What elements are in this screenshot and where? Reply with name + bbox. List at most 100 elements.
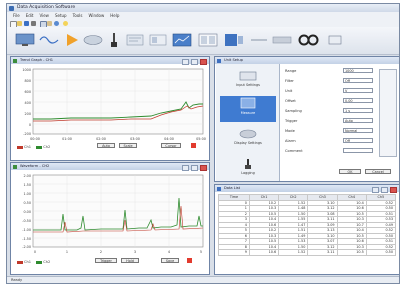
- close-button[interactable]: [390, 186, 397, 193]
- record-button[interactable]: [191, 143, 196, 148]
- graph-icon[interactable]: [171, 32, 193, 48]
- trend-y-tick: 1000: [22, 68, 31, 72]
- export-icon[interactable]: [223, 32, 245, 48]
- scope-icon[interactable]: [39, 32, 59, 48]
- wave-y-tick: -0.50: [22, 219, 31, 223]
- status-bar: Ready: [7, 276, 399, 283]
- sampling-field[interactable]: 1 s: [343, 108, 373, 113]
- menu-help[interactable]: Help: [110, 12, 119, 19]
- table-window-icon: [217, 186, 221, 191]
- offset-field[interactable]: 0.00: [343, 98, 373, 103]
- report-icon[interactable]: [148, 32, 168, 48]
- trend-window-titlebar[interactable]: Trend Graph - CH1: [11, 57, 209, 65]
- comment-field[interactable]: [343, 148, 373, 153]
- sidebar-item-logging[interactable]: Logging: [220, 158, 276, 180]
- range-field[interactable]: 1000: [343, 68, 373, 73]
- tag-icon[interactable]: [325, 32, 345, 48]
- menu-tools[interactable]: Tools: [73, 12, 83, 19]
- setup-window[interactable]: Unit Setup Input Settings Measure Displa…: [214, 56, 399, 182]
- table-row[interactable]: 9 10.6 1.52 3.11 10.5 0.50: [218, 249, 397, 256]
- more-icon[interactable]: [271, 32, 293, 48]
- trend-x-tick: 01:00: [62, 137, 72, 141]
- waveform-window-title: Waveform - CH2: [20, 164, 50, 168]
- hold-button[interactable]: Hold: [121, 258, 139, 263]
- wave-x-tick: 1: [66, 250, 68, 254]
- data-list-window[interactable]: Data List Time Ch1 Ch2 Ch3 Ch4 Ch5 0 10.2…: [214, 184, 399, 275]
- trend-y-tick: 400: [25, 101, 31, 105]
- minimize-button[interactable]: [372, 186, 379, 193]
- menu-file[interactable]: File: [13, 12, 20, 19]
- trigger-button[interactable]: Trigger: [95, 258, 117, 263]
- table-cell: 10.5: [336, 249, 367, 256]
- play-icon[interactable]: [63, 32, 81, 48]
- trend-x-tick: 05:00: [196, 137, 206, 141]
- stop-icon[interactable]: [83, 32, 103, 48]
- chain-icon[interactable]: [297, 32, 321, 48]
- open-icon[interactable]: [17, 20, 22, 26]
- print-icon[interactable]: [31, 20, 36, 26]
- unit-field[interactable]: V: [343, 88, 373, 93]
- monitor-icon[interactable]: [15, 32, 35, 48]
- probe-icon: [245, 159, 251, 169]
- link-icon[interactable]: [249, 32, 269, 48]
- menu-bar: File Edit View Setup Tools Window Help: [7, 12, 399, 19]
- cursor-button[interactable]: Cursor: [161, 143, 181, 148]
- data-table[interactable]: Time Ch1 Ch2 Ch3 Ch4 Ch5 0 10.2 1.52 3.10 10…: [218, 194, 397, 256]
- menu-setup[interactable]: Setup: [55, 12, 67, 19]
- trend-window-title: Trend Graph - CH1: [20, 58, 54, 62]
- waveform-window-titlebar[interactable]: Waveform - CH2: [11, 163, 209, 171]
- graph-window-icon: [13, 58, 17, 63]
- ok-button[interactable]: OK: [339, 169, 361, 174]
- filter-field[interactable]: Off: [343, 78, 373, 83]
- paste-icon[interactable]: [47, 20, 52, 26]
- trigger-field[interactable]: Auto: [343, 118, 373, 123]
- sidebar-item-display[interactable]: Display Settings: [220, 128, 276, 152]
- trend-x-tick: 02:00: [96, 137, 106, 141]
- save-icon[interactable]: [24, 20, 29, 26]
- legend-label-ch1: Ch1: [24, 260, 32, 264]
- wave-x-tick: 0: [34, 250, 36, 254]
- options-panel: [379, 69, 397, 157]
- legend-label-ch1: Ch1: [24, 145, 32, 149]
- menu-view[interactable]: View: [39, 12, 49, 19]
- menu-window[interactable]: Window: [88, 12, 104, 19]
- table-icon[interactable]: [197, 32, 219, 48]
- legend-swatch-ch2: [36, 145, 43, 149]
- disc-icon: [239, 129, 257, 139]
- data-list-titlebar[interactable]: Data List: [215, 185, 399, 193]
- setup-sidebar: Input Settings Measure Display Settings …: [216, 64, 280, 181]
- sidebar-item-label: Input Settings: [236, 83, 260, 87]
- alarm-field[interactable]: Off: [343, 138, 373, 143]
- settings-icon[interactable]: [125, 32, 145, 48]
- wave-y-tick: -2.00: [22, 245, 31, 249]
- cancel-button[interactable]: Cancel: [365, 169, 391, 174]
- field-label: Range: [285, 69, 297, 73]
- sidebar-item-input[interactable]: Input Settings: [220, 70, 276, 92]
- mode-field[interactable]: Normal: [343, 128, 373, 133]
- field-label: Trigger: [285, 119, 298, 123]
- trend-window[interactable]: Trend Graph - CH1 1000 800 600 400 200 0…: [10, 56, 210, 161]
- menu-edit[interactable]: Edit: [26, 12, 34, 19]
- scale-button[interactable]: Scale: [119, 143, 137, 148]
- save-button[interactable]: Save: [161, 258, 179, 263]
- wave-y-tick: 1.00: [23, 192, 31, 196]
- device-icon: [239, 71, 257, 81]
- field-label: Mode: [285, 129, 295, 133]
- trend-y-tick: 0: [29, 123, 31, 127]
- wave-y-tick: -1.50: [22, 237, 31, 241]
- auto-button[interactable]: Auto: [97, 143, 115, 148]
- probe-icon[interactable]: [107, 32, 121, 48]
- trend-y-tick: 800: [25, 79, 31, 83]
- undo-icon[interactable]: [54, 20, 59, 26]
- trend-y-tick: 200: [25, 112, 31, 116]
- field-label: Sampling: [285, 109, 302, 113]
- wave-x-tick: 2: [100, 250, 102, 254]
- maximize-button[interactable]: [381, 186, 388, 193]
- sidebar-item-measure[interactable]: Measure: [220, 96, 276, 122]
- record-button[interactable]: [187, 258, 192, 263]
- setup-window-titlebar[interactable]: Unit Setup: [215, 57, 399, 64]
- waveform-window[interactable]: Waveform - CH2 2.00 1.50 1.00 0.50 0.00 …: [10, 162, 210, 275]
- help-icon[interactable]: [63, 20, 68, 26]
- data-list-title: Data List: [224, 186, 241, 190]
- field-label: Alarm: [285, 139, 296, 143]
